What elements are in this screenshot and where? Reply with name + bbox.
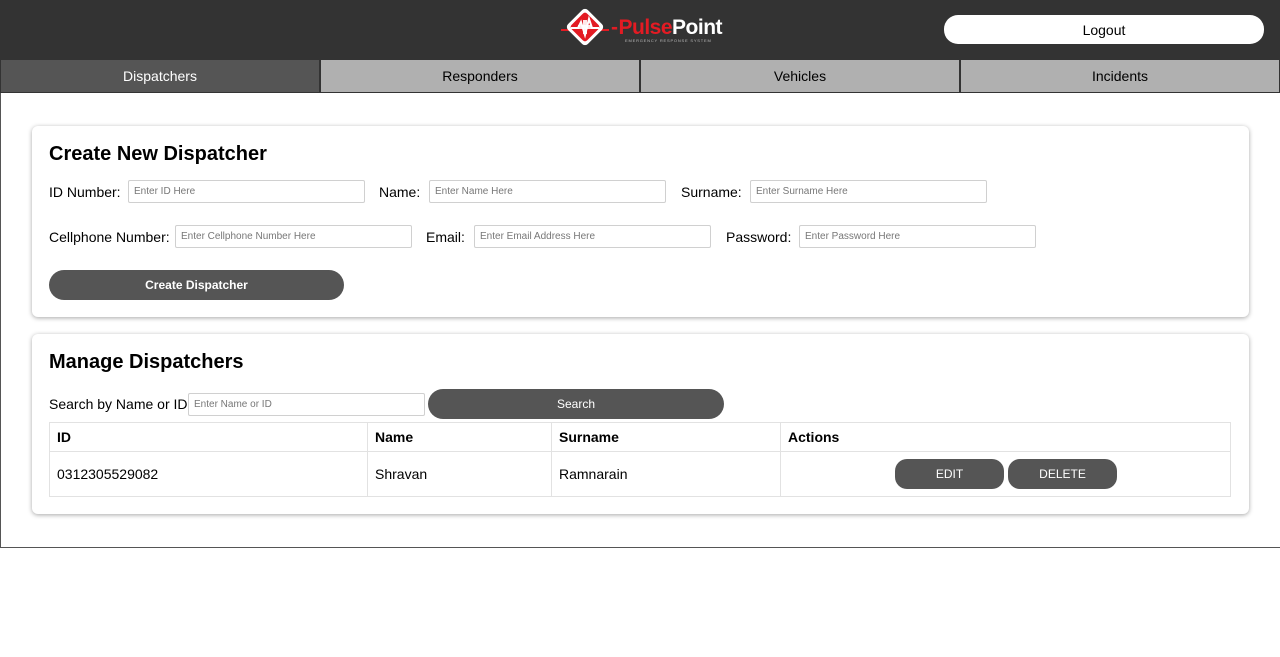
create-dispatcher-card: Create New Dispatcher ID Number: Name: S…: [32, 126, 1249, 317]
email-input[interactable]: [474, 225, 711, 248]
table-header-row: ID Name Surname Actions: [49, 422, 1231, 452]
tab-incidents[interactable]: Incidents: [960, 59, 1280, 93]
cell-actions: EDIT DELETE: [780, 451, 1231, 497]
cell-name: Shravan: [367, 451, 552, 497]
tab-dispatchers[interactable]: Dispatchers: [0, 59, 320, 93]
delete-button[interactable]: DELETE: [1008, 459, 1117, 489]
tab-vehicles[interactable]: Vehicles: [640, 59, 960, 93]
id-number-label: ID Number:: [49, 184, 121, 200]
surname-input[interactable]: [750, 180, 987, 203]
brand-name: - Pulse Point: [611, 16, 723, 39]
password-input[interactable]: [799, 225, 1036, 248]
email-label: Email:: [426, 229, 465, 245]
brand-tagline: EMERGENCY RESPONSE SYSTEM: [625, 38, 712, 43]
search-button[interactable]: Search: [428, 389, 724, 419]
cellphone-input[interactable]: [175, 225, 412, 248]
column-header-surname: Surname: [551, 422, 781, 452]
brand-point: Point: [672, 16, 723, 39]
dispatchers-table: ID Name Surname Actions 0312305529082 Sh…: [49, 422, 1231, 497]
pulsepoint-logo: - Pulse Point EMERGENCY RESPONSE SYSTEM: [561, 8, 723, 52]
column-header-actions: Actions: [780, 422, 1231, 452]
surname-label: Surname:: [681, 184, 742, 200]
brand-pulse: Pulse: [618, 16, 673, 39]
cellphone-label: Cellphone Number:: [49, 229, 170, 245]
search-input[interactable]: [188, 393, 425, 416]
manage-dispatchers-title: Manage Dispatchers: [49, 351, 244, 373]
column-header-name: Name: [367, 422, 552, 452]
cell-surname: Ramnarain: [551, 451, 781, 497]
manage-dispatchers-card: Manage Dispatchers Search by Name or ID:…: [32, 334, 1249, 514]
name-input[interactable]: [429, 180, 666, 203]
password-label: Password:: [726, 229, 792, 245]
create-dispatcher-title: Create New Dispatcher: [49, 143, 267, 165]
name-label: Name:: [379, 184, 421, 200]
create-dispatcher-button[interactable]: Create Dispatcher: [49, 270, 344, 300]
search-label: Search by Name or ID:: [49, 396, 192, 412]
nav-tabs: Dispatchers Responders Vehicles Incident…: [0, 59, 1280, 93]
cell-id: 0312305529082: [49, 451, 368, 497]
logout-button[interactable]: Logout: [944, 15, 1264, 44]
column-header-id: ID: [49, 422, 368, 452]
pulsepoint-logo-icon: [561, 8, 609, 46]
id-number-input[interactable]: [128, 180, 365, 203]
tab-responders[interactable]: Responders: [320, 59, 640, 93]
table-row: 0312305529082 Shravan Ramnarain EDIT DELE…: [49, 451, 1231, 497]
top-bar: - Pulse Point EMERGENCY RESPONSE SYSTEM Lo…: [0, 0, 1280, 59]
edit-button[interactable]: EDIT: [895, 459, 1004, 489]
